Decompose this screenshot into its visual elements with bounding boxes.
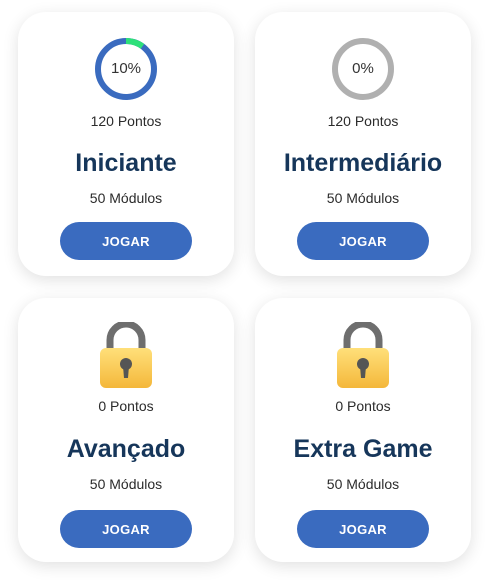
play-button[interactable]: JOGAR bbox=[60, 222, 192, 260]
level-card-iniciante[interactable]: 10% 120 Pontos Iniciante 50 Módulos JOGA… bbox=[18, 12, 234, 276]
level-card-extra-game[interactable]: 0 Pontos Extra Game 50 Módulos JOGAR bbox=[255, 298, 471, 562]
level-card-avancado[interactable]: 0 Pontos Avançado 50 Módulos JOGAR bbox=[18, 298, 234, 562]
modules-count: 50 Módulos bbox=[89, 476, 163, 492]
progress-percent: 10% bbox=[110, 60, 142, 77]
lock-icon bbox=[337, 322, 389, 388]
level-card-intermediario[interactable]: 0% 120 Pontos Intermediário 50 Módulos J… bbox=[255, 12, 471, 276]
play-button[interactable]: JOGAR bbox=[60, 510, 192, 548]
points-label: 120 Pontos bbox=[327, 113, 399, 129]
play-button[interactable]: JOGAR bbox=[297, 222, 429, 260]
points-label: 0 Pontos bbox=[98, 398, 154, 414]
level-title: Extra Game bbox=[293, 435, 433, 463]
modules-count: 50 Módulos bbox=[326, 190, 400, 206]
progress-ring: 10% bbox=[93, 36, 159, 102]
play-button[interactable]: JOGAR bbox=[297, 510, 429, 548]
modules-count: 50 Módulos bbox=[89, 190, 163, 206]
progress-percent: 0% bbox=[352, 60, 374, 77]
modules-count: 50 Módulos bbox=[326, 476, 400, 492]
points-label: 0 Pontos bbox=[335, 398, 391, 414]
points-label: 120 Pontos bbox=[90, 113, 162, 129]
progress-ring: 0% bbox=[330, 36, 396, 102]
level-title: Avançado bbox=[66, 435, 186, 463]
level-title: Iniciante bbox=[75, 149, 177, 177]
level-title: Intermediário bbox=[283, 149, 443, 177]
lock-icon bbox=[100, 322, 152, 388]
